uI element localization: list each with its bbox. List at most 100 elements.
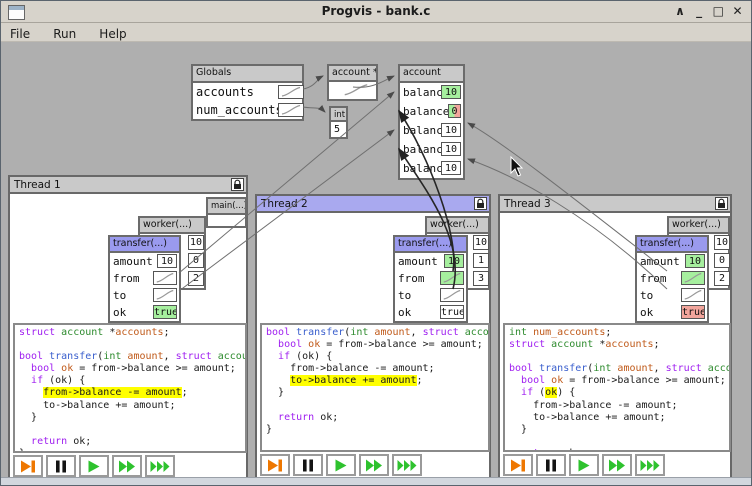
canvas: Globalsaccountsnum_accountsaccount *int5… <box>1 42 752 479</box>
int-box[interactable]: int5 <box>329 106 348 139</box>
play-button[interactable] <box>569 454 599 476</box>
menu-file[interactable]: File <box>1 25 39 41</box>
transfer-frame-box[interactable]: transfer(...)amount10fromtooktrue <box>393 235 468 323</box>
worker-frame-box-title: worker(...) <box>669 218 728 234</box>
globals-box-title: Globals <box>193 66 302 83</box>
fastest-forward-button[interactable] <box>392 454 422 476</box>
thread-lock <box>474 197 487 210</box>
value-cell: true <box>440 305 464 319</box>
play-button[interactable] <box>326 454 356 476</box>
code-token: , <box>654 363 666 374</box>
fast-forward-button[interactable] <box>602 454 632 476</box>
code-line: from->balance -= amount; <box>266 363 488 375</box>
account-array-box-title: account <box>400 66 463 83</box>
frame-var-name: amount <box>398 255 438 268</box>
code-token: int <box>103 351 121 362</box>
titlebar[interactable]: Progvis - bank.c ∧ _ □ ✕ <box>1 1 751 23</box>
menu-run[interactable]: Run <box>44 25 85 41</box>
code-token <box>509 448 521 452</box>
code-token: int <box>350 327 368 338</box>
code-token: ; <box>605 327 611 338</box>
account-array-box[interactable]: accountbalance10balance0balance10balance… <box>398 64 465 180</box>
highlighted-code: ok <box>545 387 557 398</box>
code-token: if <box>521 387 533 398</box>
code-view: bool transfer(int amount, struct accou b… <box>260 323 490 452</box>
pointer-squiggle-icon <box>154 289 176 301</box>
worker-value-cell: 1 <box>473 253 489 268</box>
main-frame-box[interactable]: main(...) <box>206 197 247 228</box>
play-button[interactable] <box>79 455 109 477</box>
close-button[interactable]: ✕ <box>730 4 745 18</box>
play-icon <box>334 459 348 472</box>
global-var-row: accounts <box>193 83 302 101</box>
pointer-cell <box>278 103 304 117</box>
step-icon <box>20 460 37 473</box>
code-line: bool transfer(int amount, struct accou <box>509 363 729 375</box>
maximize-button[interactable]: □ <box>711 4 726 18</box>
value-cell: 10 <box>441 85 461 99</box>
code-token: return <box>521 448 557 452</box>
code-token: int <box>593 363 611 374</box>
frame-var-row: amount10 <box>110 253 179 270</box>
code-token: from->balance -= amount; <box>509 400 678 411</box>
play-icon <box>87 460 101 473</box>
code-line: } <box>266 424 488 436</box>
code-token <box>266 375 290 386</box>
code-token: bool <box>266 327 290 338</box>
step-button[interactable] <box>260 454 290 476</box>
frame-var-name: to <box>113 289 126 302</box>
shade-button[interactable]: ∧ <box>672 4 687 18</box>
code-token: ok <box>308 339 320 350</box>
account-pointer-box[interactable]: account * <box>327 64 378 101</box>
ff-icon <box>608 459 627 472</box>
thread-title-bar[interactable]: Thread 3 <box>500 196 730 213</box>
fast-forward-button[interactable] <box>112 455 142 477</box>
frame-var-row: to <box>110 287 179 304</box>
step-button[interactable] <box>13 455 43 477</box>
code-token <box>19 363 31 374</box>
code-line: bool transfer(int amount, struct accou <box>266 327 488 339</box>
code-line: from->balance -= amount; <box>509 400 729 412</box>
worker-value-cell: 0 <box>714 253 730 268</box>
frame-var-name: amount <box>113 255 153 268</box>
code-token: accou <box>218 351 247 362</box>
code-token: amount <box>374 327 410 338</box>
code-line <box>19 424 245 436</box>
thread-title: Thread 2 <box>261 198 308 210</box>
step-button[interactable] <box>503 454 533 476</box>
code-token: , <box>411 327 423 338</box>
int-box-title: int <box>331 108 346 122</box>
fastest-forward-button[interactable] <box>635 454 665 476</box>
code-line <box>19 339 245 351</box>
menu-help[interactable]: Help <box>90 25 135 41</box>
thread-title-bar[interactable]: Thread 2 <box>257 196 489 213</box>
pause-button[interactable] <box>46 455 76 477</box>
highlighted-code: from->balance -= amount <box>43 387 181 398</box>
code-line: struct account *accounts; <box>19 327 245 339</box>
pointer-squiggle-icon <box>341 83 371 97</box>
code-token <box>509 387 521 398</box>
pointer-squiggle-icon <box>279 104 303 116</box>
thread-title: Thread 1 <box>14 179 61 191</box>
pause-button[interactable] <box>293 454 323 476</box>
code-token: * <box>593 339 605 350</box>
pause-button[interactable] <box>536 454 566 476</box>
code-line <box>509 436 729 448</box>
worker-frame-box-title: worker(...) <box>140 218 204 234</box>
code-token: account <box>551 339 593 350</box>
globals-box[interactable]: Globalsaccountsnum_accounts <box>191 64 304 121</box>
thread-title-bar[interactable]: Thread 1 <box>10 177 246 194</box>
transfer-frame-box[interactable]: transfer(...)amount10fromtooktrue <box>635 235 709 323</box>
code-token: = from->balance >= amount; <box>73 363 236 374</box>
thread-title: Thread 3 <box>504 198 551 210</box>
code-token: = from->balance >= amount; <box>320 339 483 350</box>
fast-forward-button[interactable] <box>359 454 389 476</box>
worker-value-cell: 10 <box>188 235 204 250</box>
code-token: bool <box>509 363 533 374</box>
transfer-frame-box[interactable]: transfer(...)amount10fromtooktrue <box>108 235 181 323</box>
playback-controls <box>13 455 175 477</box>
code-token: bool <box>521 375 545 386</box>
fastest-forward-button[interactable] <box>145 455 175 477</box>
code-token: = from->balance >= amount; <box>563 375 726 386</box>
minimize-button[interactable]: _ <box>692 4 707 18</box>
